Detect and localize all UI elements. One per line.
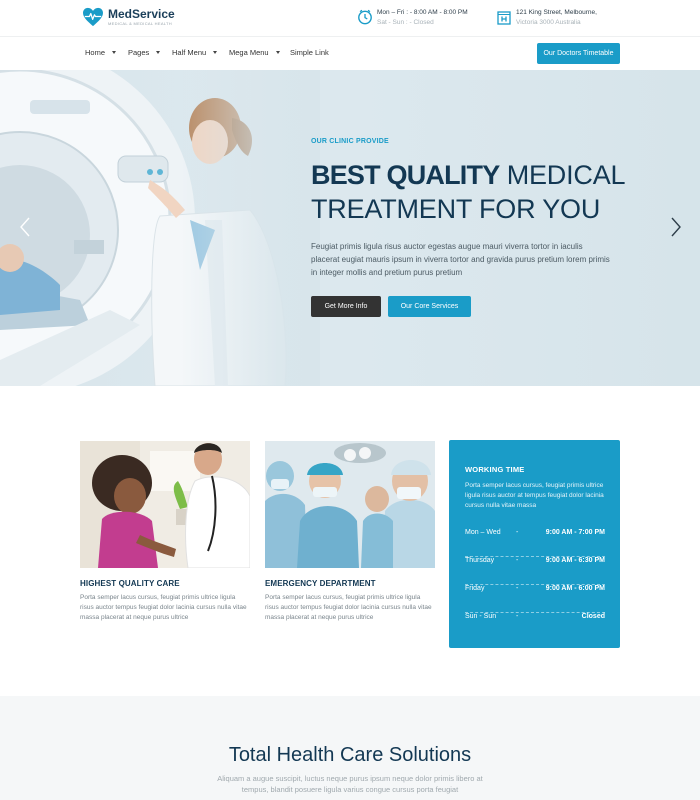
solutions-section: Total Health Care Solutions Aliquam a au… xyxy=(0,696,700,800)
hours-separator: - xyxy=(516,557,519,564)
hours-row: Sun - Sun - Closed xyxy=(465,613,605,641)
address-main-text: 121 King Street, Melbourne, xyxy=(516,9,597,16)
heart-pulse-icon xyxy=(83,7,103,27)
section-title: Total Health Care Solutions xyxy=(228,744,472,766)
brand-name: MedService xyxy=(108,7,175,21)
hero-kicker: OUR CLINIC PROVIDE xyxy=(311,138,389,145)
hours-row: Friday - 9:00 AM - 6:00 PM xyxy=(465,585,605,613)
caret-down-icon xyxy=(275,51,280,54)
clock-icon xyxy=(358,9,372,25)
hours-sub-text: Sat - Sun : - Closed xyxy=(377,19,434,26)
working-time-panel: WORKING TIME Porta semper lacus cursus, … xyxy=(449,440,620,648)
hero-title: BEST QUALITY MEDICAL TREATMENT FOR YOU xyxy=(311,158,631,226)
hours-time: Closed xyxy=(581,613,605,620)
working-time-title: WORKING TIME xyxy=(465,465,525,474)
hours-separator: - xyxy=(516,585,519,592)
feature-title: HIGHEST QUALITY CARE xyxy=(80,579,180,588)
nav-item-label: Mega Menu xyxy=(229,48,269,57)
address-sub-text: Victoria 3000 Australia xyxy=(516,19,581,26)
surgery-team-image xyxy=(265,441,435,568)
nav-item-simple-link[interactable]: Simple Link xyxy=(290,48,329,57)
hero-slider: OUR CLINIC PROVIDE BEST QUALITY MEDICAL … xyxy=(0,70,700,386)
nav-item-half-menu[interactable]: Half Menu xyxy=(172,48,218,57)
hours-time: 9:00 AM - 6:00 PM xyxy=(545,585,605,592)
core-services-button[interactable]: Our Core Services xyxy=(388,296,471,317)
chevron-left-icon[interactable] xyxy=(18,216,32,238)
chevron-right-icon[interactable] xyxy=(669,216,683,238)
brand-tagline: MEDICAL & MEDICAL HEALTH xyxy=(108,21,172,26)
hours-day: Mon – Wed xyxy=(465,529,501,536)
feature-card-quality-care: HIGHEST QUALITY CARE Porta semper lacus … xyxy=(80,441,250,623)
opening-hours-info: Mon – Fri : - 8:00 AM - 8:00 PM Sat - Su… xyxy=(357,8,468,28)
nav-item-label: Pages xyxy=(128,48,150,57)
hero-title-strong: BEST QUALITY xyxy=(311,160,500,190)
nav-item-pages[interactable]: Pages xyxy=(128,48,161,57)
caret-down-icon xyxy=(112,51,117,54)
hospital-icon xyxy=(497,11,511,25)
hours-row: Thursday - 9:00 AM - 6:30 PM xyxy=(465,557,605,585)
hero-description: Feugiat primis ligula risus auctor egest… xyxy=(311,242,610,277)
hours-separator: - xyxy=(516,613,519,620)
doctor-child-image xyxy=(80,441,250,568)
hours-separator: - xyxy=(516,529,519,536)
feature-card-emergency: EMERGENCY DEPARTMENT Porta semper lacus … xyxy=(265,441,435,623)
get-more-info-button[interactable]: Get More Info xyxy=(311,296,381,317)
main-navigation: Home Pages Half Menu Mega Menu Simple Li… xyxy=(0,36,700,70)
feature-text: Porta semper lacus cursus, feugiat primi… xyxy=(265,594,432,621)
hours-day: Friday xyxy=(465,585,485,592)
feature-text: Porta semper lacus cursus, feugiat primi… xyxy=(80,594,247,621)
hero-image-fade xyxy=(180,70,320,386)
hours-day: Thursday xyxy=(465,557,495,564)
caret-down-icon xyxy=(156,51,161,54)
nav-item-mega-menu[interactable]: Mega Menu xyxy=(229,48,280,57)
top-header: MedService MEDICAL & MEDICAL HEALTH Mon … xyxy=(0,0,700,36)
hours-time: 9:00 AM - 6:30 PM xyxy=(545,557,605,564)
address-info: 121 King Street, Melbourne, Victoria 300… xyxy=(496,8,597,28)
hours-main-text: Mon – Fri : - 8:00 AM - 8:00 PM xyxy=(377,9,468,16)
nav-item-label: Simple Link xyxy=(290,48,329,57)
doctors-timetable-button[interactable]: Our Doctors Timetable xyxy=(537,43,620,64)
hours-day: Sun - Sun xyxy=(465,613,497,620)
section-description: Aliquam a augue suscipit, luctus neque p… xyxy=(217,774,483,794)
caret-down-icon xyxy=(213,51,218,54)
nav-item-label: Home xyxy=(85,48,106,57)
nav-item-label: Half Menu xyxy=(172,48,207,57)
feature-title: EMERGENCY DEPARTMENT xyxy=(265,579,376,588)
logo[interactable]: MedService MEDICAL & MEDICAL HEALTH xyxy=(82,7,175,27)
nav-item-home[interactable]: Home xyxy=(85,48,117,57)
hours-row: Mon – Wed - 9:00 AM - 7:00 PM xyxy=(465,529,605,557)
hours-time: 9:00 AM - 7:00 PM xyxy=(545,529,605,536)
working-time-description: Porta semper lacus cursus, feugiat primi… xyxy=(465,482,604,509)
